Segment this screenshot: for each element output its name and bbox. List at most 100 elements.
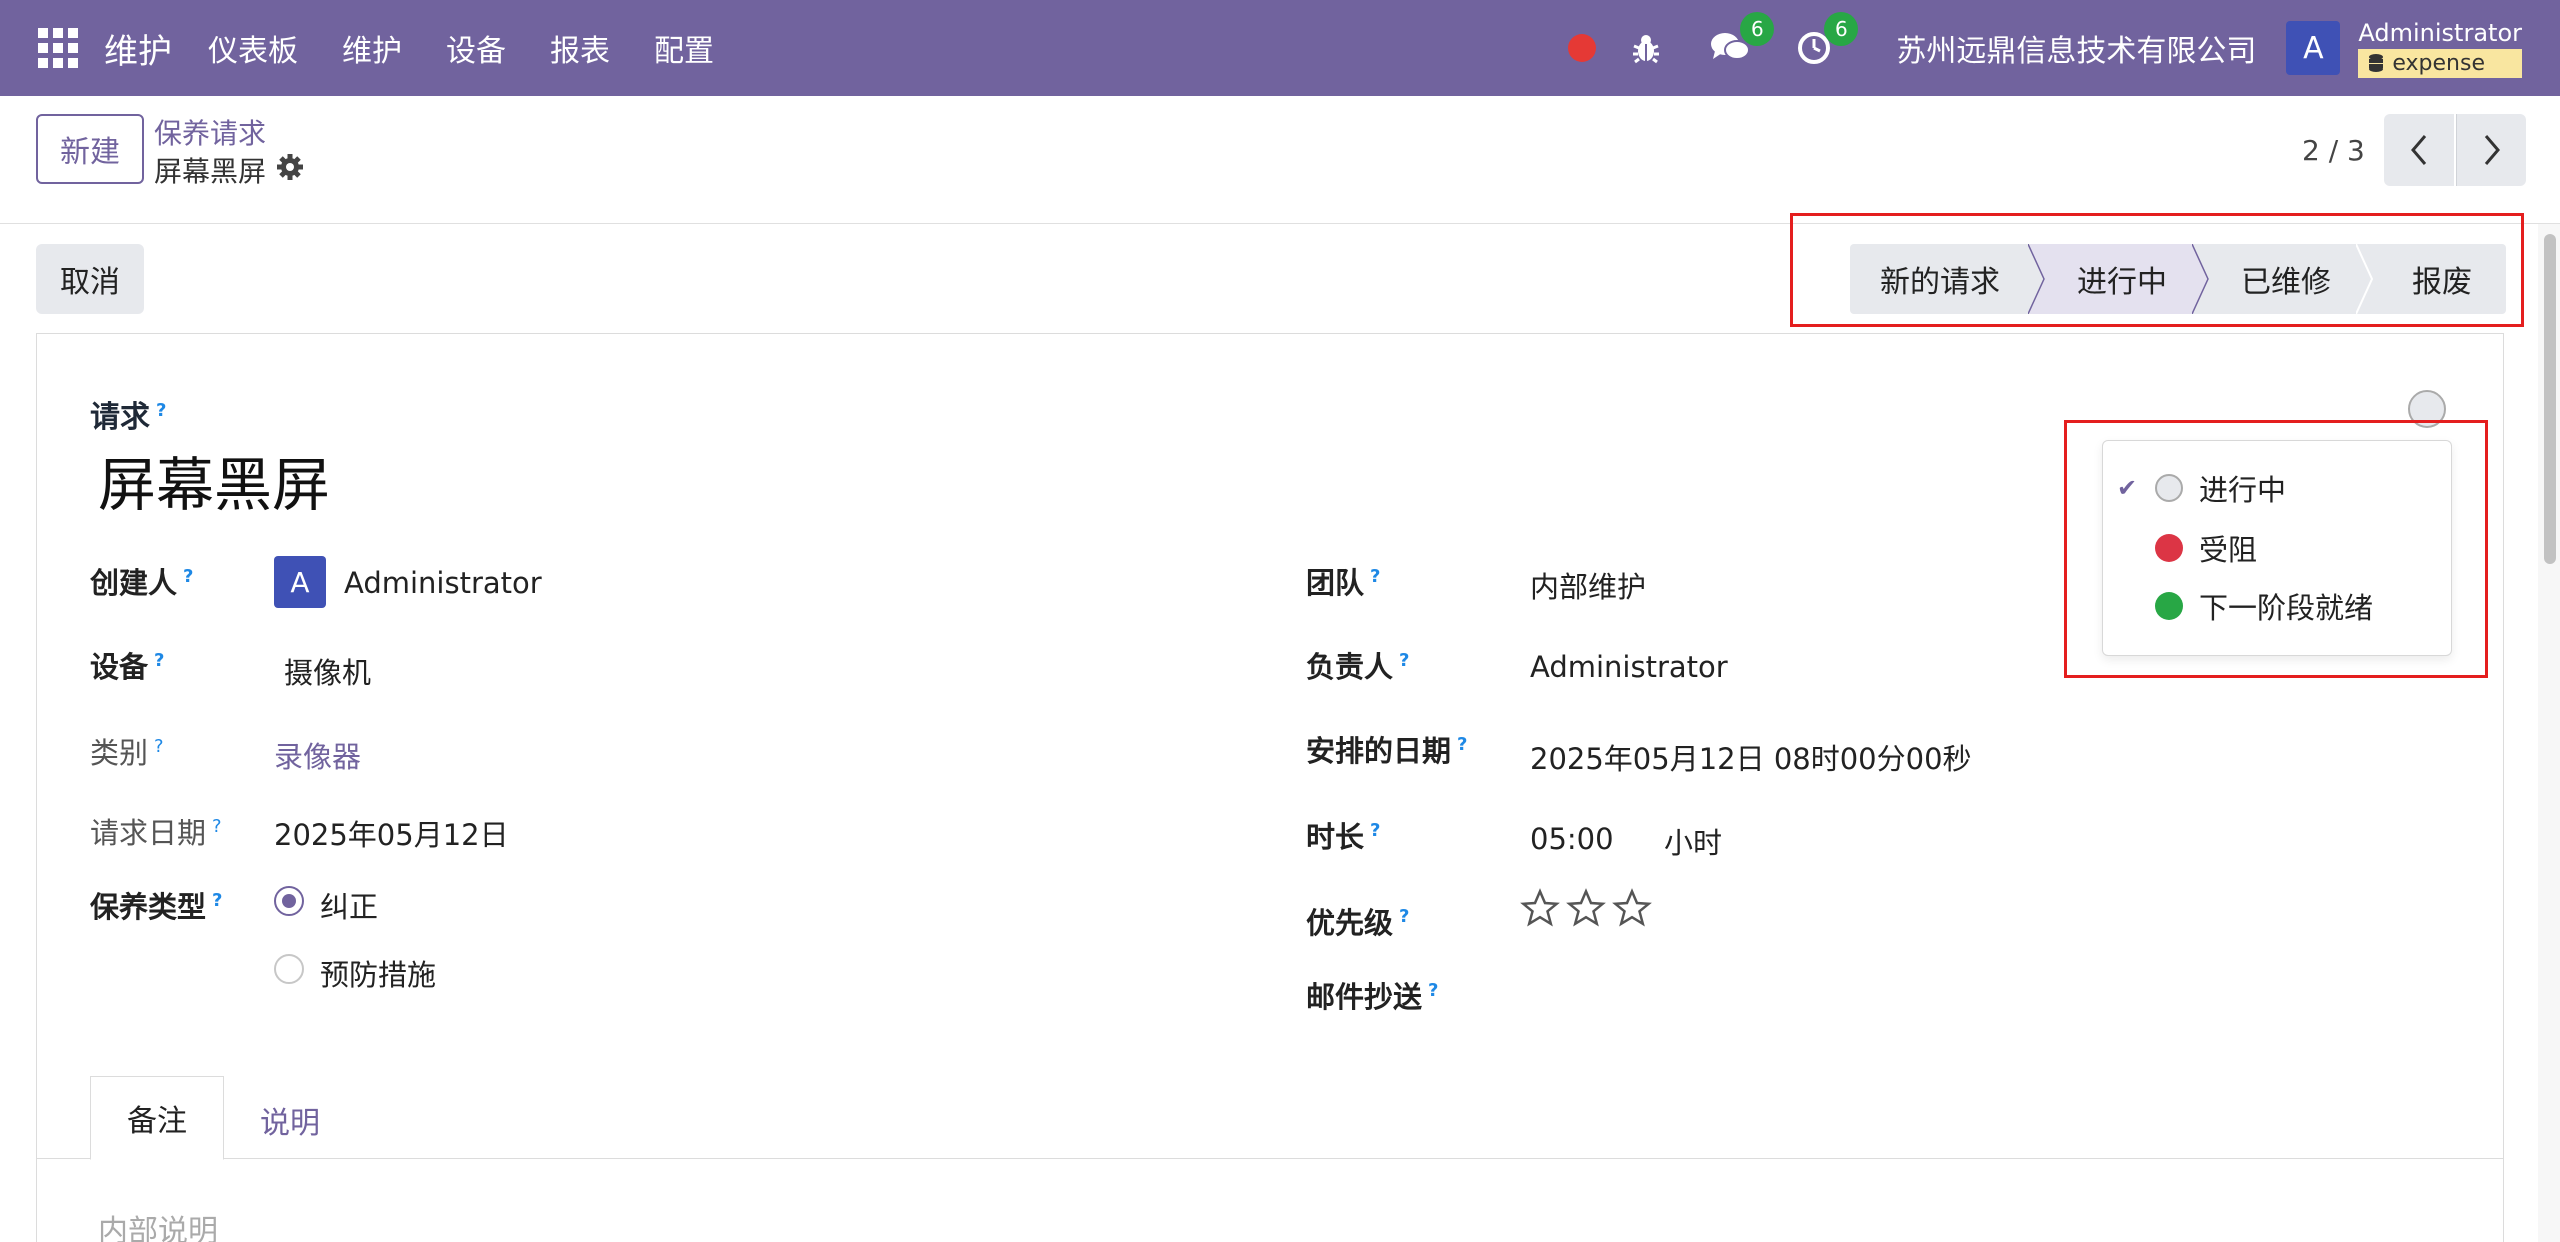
menu-configuration[interactable]: 配置 xyxy=(654,26,714,70)
dropdown-item-ready[interactable]: 下一阶段就绪 xyxy=(2103,581,2451,631)
stage-in-progress[interactable]: 进行中 xyxy=(2028,244,2194,314)
help-icon: ? xyxy=(156,400,167,421)
maintenance-type-label: 保养类型? xyxy=(90,890,223,924)
database-icon xyxy=(2369,54,2384,72)
chevron-right-icon xyxy=(2484,135,2500,165)
stage-new-request[interactable]: 新的请求 xyxy=(1850,244,2030,314)
activity-clock-icon[interactable]: 6 xyxy=(1792,12,1859,70)
internal-notes-input[interactable]: 内部说明 xyxy=(98,1206,218,1242)
equipment-field[interactable]: 摄像机 xyxy=(284,650,371,692)
tab-notes[interactable]: 备注 xyxy=(90,1076,224,1160)
database-badge: expense xyxy=(2358,48,2522,78)
new-button[interactable]: 新建 xyxy=(36,114,144,184)
user-menu[interactable]: Administrator expense xyxy=(2358,19,2522,78)
status-grey-dot-icon xyxy=(2155,474,2183,502)
status-green-dot-icon xyxy=(2155,592,2183,620)
title-label: 请求? xyxy=(90,400,167,435)
duration-label: 时长? xyxy=(1306,820,1381,854)
equipment-label: 设备? xyxy=(90,650,165,684)
chat-badge: 6 xyxy=(1740,12,1775,46)
priority-star-2-icon[interactable] xyxy=(1566,888,1606,928)
tab-description[interactable]: 说明 xyxy=(260,1098,320,1142)
recording-dot-icon[interactable] xyxy=(1568,34,1597,62)
cancel-button[interactable]: 取消 xyxy=(36,244,144,314)
radio-corrective-label[interactable]: 纠正 xyxy=(320,884,378,926)
priority-label: 优先级? xyxy=(1306,906,1410,940)
radio-corrective[interactable] xyxy=(274,886,304,916)
breadcrumb-parent[interactable]: 保养请求 xyxy=(154,112,266,152)
stage-new-request-label: 新的请求 xyxy=(1880,265,2000,300)
help-icon: ? xyxy=(1428,980,1439,1002)
duration-field[interactable]: 05:00 xyxy=(1530,822,1614,856)
menu-equipment[interactable]: 设备 xyxy=(446,26,506,70)
pager-next-button[interactable] xyxy=(2456,114,2526,186)
status-red-dot-icon xyxy=(2155,534,2183,562)
priority-star-1-icon[interactable] xyxy=(1520,888,1560,928)
radio-preventive-label[interactable]: 预防措施 xyxy=(320,952,436,994)
help-icon: ? xyxy=(183,566,194,588)
activity-badge: 6 xyxy=(1824,12,1859,46)
created-by-avatar: A xyxy=(274,556,326,608)
pager-value[interactable]: 2 / 3 xyxy=(2302,134,2365,167)
dropdown-item-label: 受阻 xyxy=(2199,533,2258,567)
stage-scrap[interactable]: 报废 xyxy=(2356,244,2506,314)
help-icon: ? xyxy=(1370,820,1381,842)
dropdown-item-blocked[interactable]: 受阻 xyxy=(2103,523,2451,573)
help-icon: ? xyxy=(212,816,222,838)
help-icon: ? xyxy=(1370,566,1381,588)
dropdown-item-in-progress[interactable]: ✔ 进行中 xyxy=(2103,463,2451,513)
pager-previous-button[interactable] xyxy=(2384,114,2454,186)
chat-icon[interactable]: 6 xyxy=(1708,12,1775,70)
apps-grid-icon[interactable] xyxy=(38,28,78,68)
request-title[interactable]: 屏幕黑屏 xyxy=(98,438,330,522)
team-field[interactable]: 内部维护 xyxy=(1530,564,1646,606)
kanban-state-dropdown: ✔ 进行中 受阻 下一阶段就绪 xyxy=(2102,440,2452,656)
request-date-label: 请求日期? xyxy=(90,816,222,850)
help-icon: ? xyxy=(154,650,165,672)
radio-preventive[interactable] xyxy=(274,954,304,984)
company-switcher[interactable]: 苏州远鼎信息技术有限公司 xyxy=(1896,26,2256,70)
help-icon: ? xyxy=(212,890,223,912)
stage-in-progress-label: 进行中 xyxy=(2077,265,2167,300)
top-navbar: 维护 仪表板 维护 设备 报表 配置 6 6 苏州远鼎信息技术有限公司 A Ad… xyxy=(0,0,2560,96)
duration-unit: 小时 xyxy=(1664,826,1723,860)
breadcrumb-current-label: 屏幕黑屏 xyxy=(154,155,267,188)
scheduled-date-field[interactable]: 2025年05月12日 08时00分00秒 xyxy=(1530,736,1972,778)
stage-repaired[interactable]: 已维修 xyxy=(2192,244,2358,314)
scheduled-date-label: 安排的日期? xyxy=(1306,734,1468,768)
created-by-value[interactable]: Administrator xyxy=(344,566,542,600)
help-icon: ? xyxy=(154,736,164,758)
team-label: 团队? xyxy=(1306,566,1381,600)
priority-star-3-icon[interactable] xyxy=(1612,888,1652,928)
stage-statusbar: 新的请求 进行中 已维修 报废 xyxy=(1850,244,2506,314)
breadcrumb-current: 屏幕黑屏 xyxy=(154,150,304,190)
scrollbar[interactable] xyxy=(2538,224,2560,1242)
gear-icon[interactable] xyxy=(276,153,304,188)
menu-reports[interactable]: 报表 xyxy=(550,26,610,70)
menu-dashboard[interactable]: 仪表板 xyxy=(208,26,298,70)
control-panel: 新建 保养请求 屏幕黑屏 2 / 3 xyxy=(0,96,2560,224)
checkmark-icon: ✔ xyxy=(2117,474,2138,502)
help-icon: ? xyxy=(1399,906,1410,928)
stage-repaired-label: 已维修 xyxy=(2241,265,2331,300)
database-name: expense xyxy=(2392,50,2485,76)
menu-maintenance[interactable]: 维护 xyxy=(342,26,402,70)
app-brand[interactable]: 维护 xyxy=(104,24,172,73)
stage-scrap-label: 报废 xyxy=(2412,265,2472,300)
category-label: 类别? xyxy=(90,736,164,770)
scrollbar-thumb[interactable] xyxy=(2544,234,2556,564)
chevron-left-icon xyxy=(2411,135,2427,165)
responsible-field[interactable]: Administrator xyxy=(1530,650,1728,684)
responsible-label: 负责人? xyxy=(1306,650,1410,684)
bug-icon[interactable] xyxy=(1624,26,1668,70)
email-cc-label: 邮件抄送? xyxy=(1306,980,1439,1014)
request-date-value: 2025年05月12日 xyxy=(274,818,509,852)
user-avatar[interactable]: A xyxy=(2286,21,2341,75)
user-name: Administrator xyxy=(2358,18,2522,47)
kanban-state-toggle[interactable] xyxy=(2408,390,2446,428)
tabs-divider xyxy=(36,1158,2504,1159)
help-icon: ? xyxy=(1457,734,1468,756)
dropdown-item-label: 下一阶段就绪 xyxy=(2199,591,2374,625)
category-link[interactable]: 录像器 xyxy=(274,734,361,776)
dropdown-item-label: 进行中 xyxy=(2199,473,2287,507)
